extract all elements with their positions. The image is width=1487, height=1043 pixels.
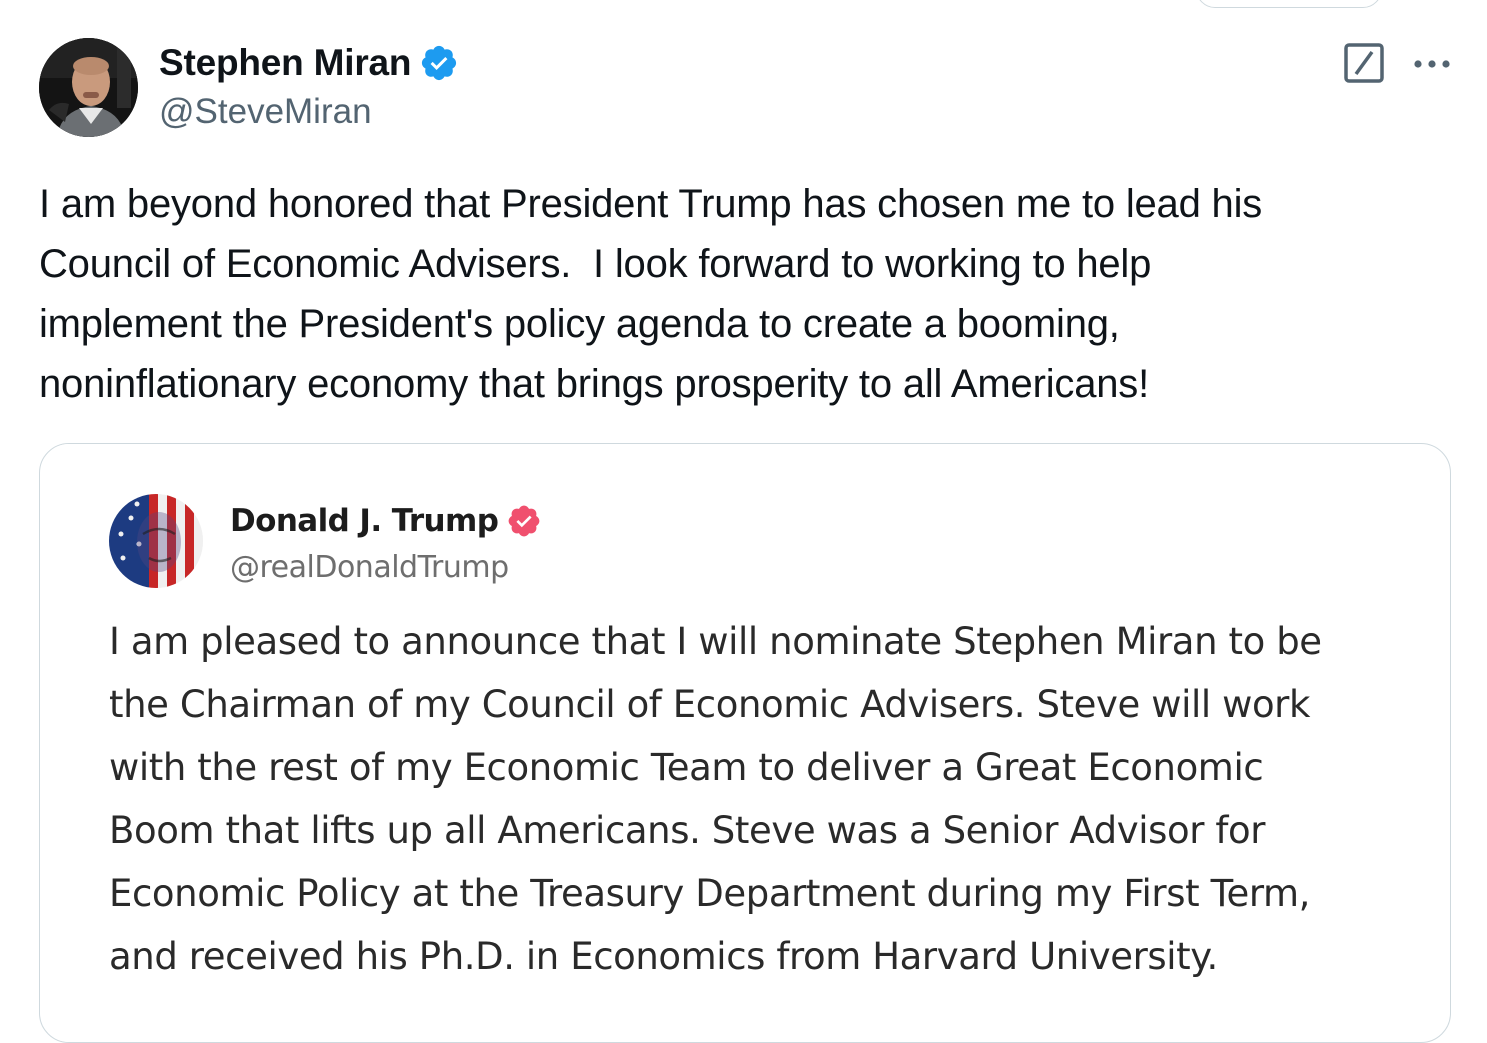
quoted-author-avatar [109,494,203,588]
verified-badge-icon[interactable] [419,43,459,83]
quoted-post-text: I am pleased to announce that I will nom… [109,620,1322,978]
quoted-post-image: Donald J. Trump @realDonaldTrump I am pl… [40,444,1450,1042]
author-name-row: Stephen Miran [159,40,459,86]
quoted-post-card[interactable]: Donald J. Trump @realDonaldTrump I am pl… [39,443,1451,1043]
more-options-icon [1414,60,1450,68]
quoted-post-frame: Donald J. Trump @realDonaldTrump I am pl… [54,444,1420,1042]
quoted-author-name-row: Donald J. Trump [230,499,542,543]
tweet-text: I am beyond honored that President Trump… [39,182,1263,406]
quoted-author-handle: @realDonaldTrump [230,550,509,585]
grok-icon [1344,43,1384,83]
quoted-verified-badge-icon [506,503,542,539]
author-avatar-image [39,38,138,137]
quoted-author-name: Donald J. Trump [230,503,499,539]
tweet: Stephen Miran @SteveMiran I am beyond ho… [0,0,1487,1043]
author-name[interactable]: Stephen Miran [159,42,412,84]
author-avatar[interactable] [39,38,138,137]
author-handle[interactable]: @SteveMiran [159,92,372,132]
grok-button[interactable] [1342,42,1386,84]
more-options-button[interactable] [1410,44,1454,84]
quoted-avatar-image [109,494,203,588]
